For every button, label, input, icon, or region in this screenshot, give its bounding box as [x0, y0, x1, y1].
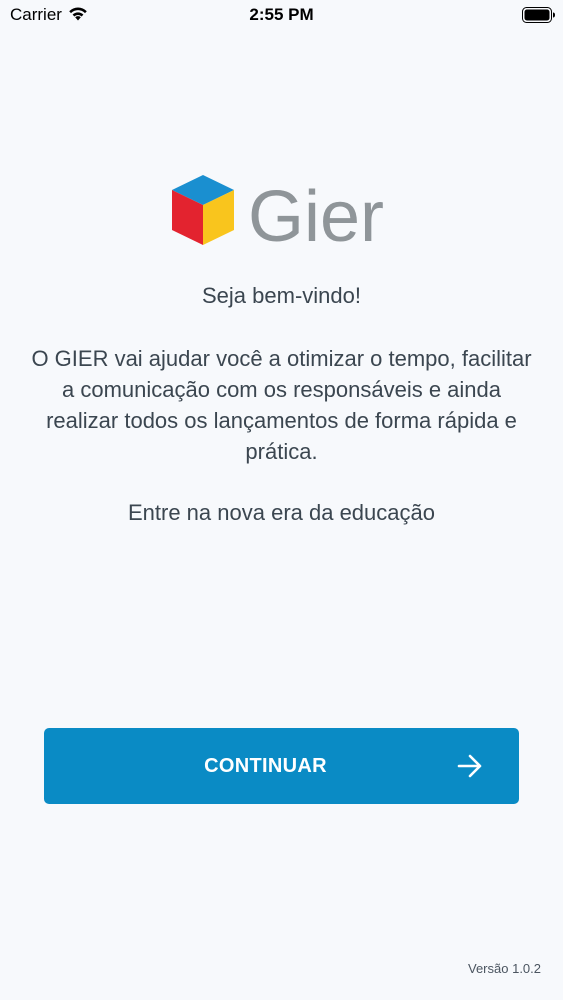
continue-button-label: CONTINUAR	[204, 755, 327, 777]
logo-wordmark: Gier	[248, 177, 384, 247]
status-bar: Carrier 2:55 PM	[0, 0, 563, 30]
continue-button[interactable]: CONTINUAR	[44, 728, 519, 804]
gier-logo: Gier	[172, 175, 384, 247]
status-time: 2:55 PM	[249, 5, 314, 24]
cube-icon	[172, 175, 234, 245]
welcome-title: Seja bem-vindo!	[202, 283, 361, 308]
welcome-description: O GIER vai ajudar você a otimizar o temp…	[31, 346, 532, 464]
version-label: Versão 1.0.2	[468, 961, 541, 976]
arrow-right-icon	[457, 754, 482, 778]
welcome-tagline: Entre na nova era da educação	[127, 500, 435, 525]
battery-icon	[522, 7, 555, 23]
